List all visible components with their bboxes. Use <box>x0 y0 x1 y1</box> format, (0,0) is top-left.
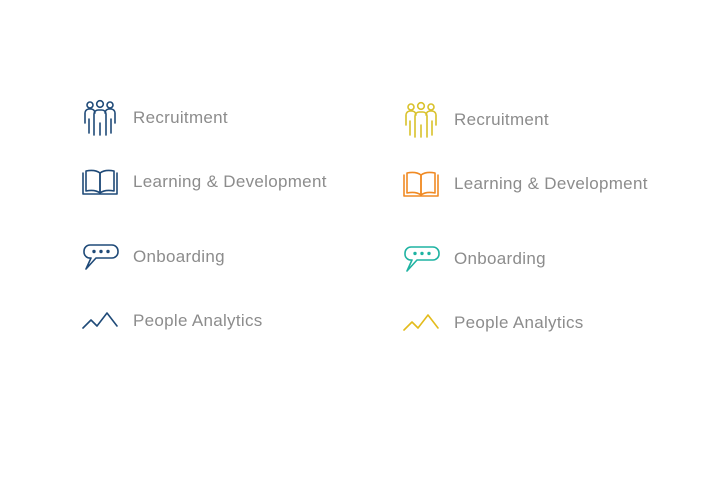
list-item-analytics: People Analytics <box>82 302 263 340</box>
list-item-analytics: People Analytics <box>403 304 584 342</box>
speech-bubble-icon <box>403 240 441 278</box>
list-item-onboarding: Onboarding <box>82 238 225 276</box>
list-item-recruitment: Recruitment <box>403 101 549 139</box>
people-group-icon <box>403 101 441 139</box>
list-item-recruitment: Recruitment <box>82 99 228 137</box>
onboarding-label: Onboarding <box>133 247 225 266</box>
recruitment-label: Recruitment <box>133 108 228 127</box>
people-analytics-label: People Analytics <box>133 311 263 330</box>
zigzag-line-icon <box>82 302 120 340</box>
people-group-icon <box>82 99 120 137</box>
speech-bubble-icon <box>82 238 120 276</box>
zigzag-line-icon <box>403 304 441 342</box>
recruitment-label: Recruitment <box>454 110 549 129</box>
learning-development-label: Learning & Development <box>133 172 327 191</box>
onboarding-label: Onboarding <box>454 249 546 268</box>
list-item-learning: Learning & Development <box>403 165 648 203</box>
people-analytics-label: People Analytics <box>454 313 584 332</box>
list-item-learning: Learning & Development <box>82 163 327 201</box>
list-item-onboarding: Onboarding <box>403 240 546 278</box>
open-book-icon <box>82 163 120 201</box>
open-book-icon <box>403 165 441 203</box>
learning-development-label: Learning & Development <box>454 174 648 193</box>
